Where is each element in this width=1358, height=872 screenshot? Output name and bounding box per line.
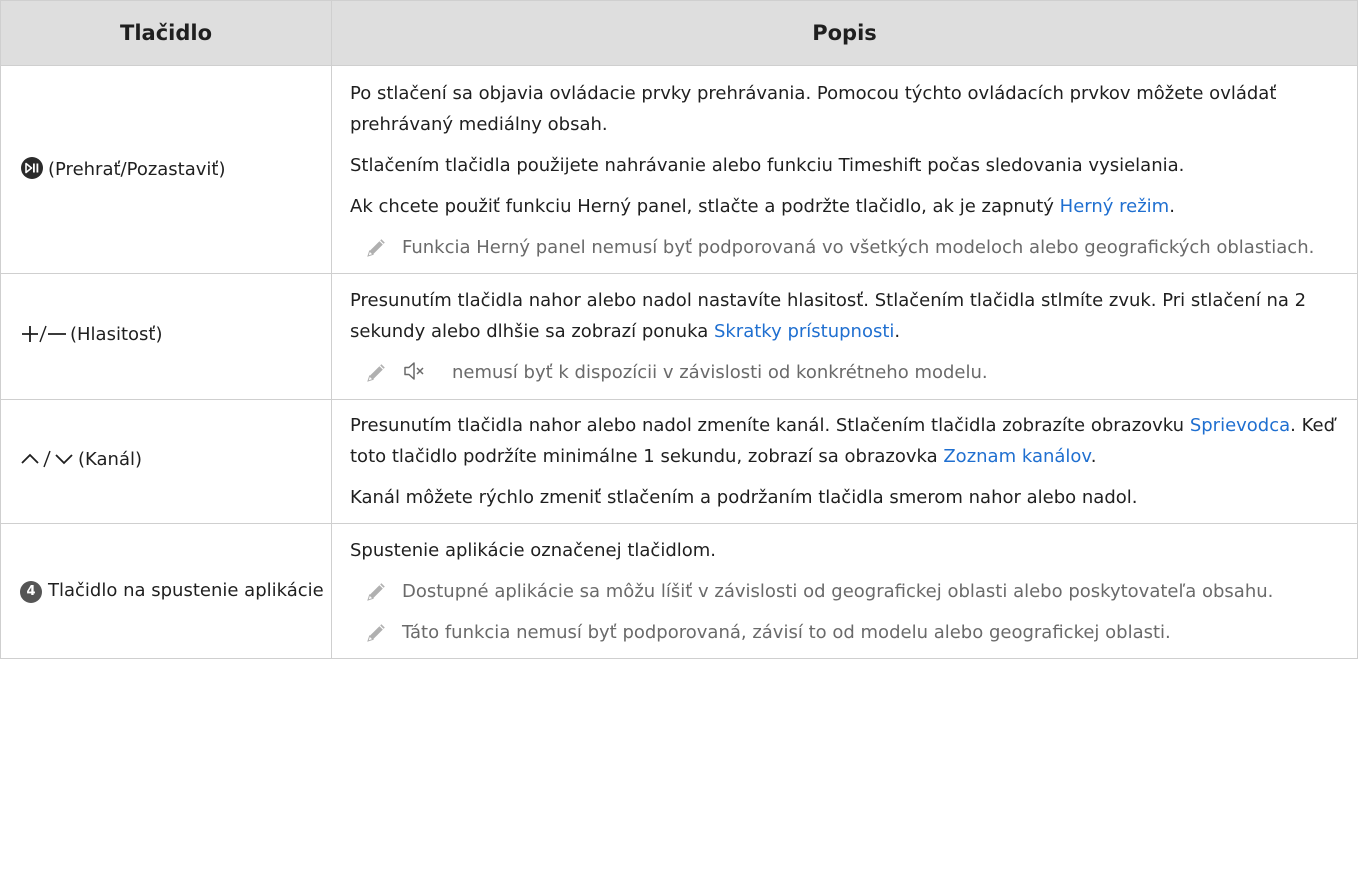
table-header-row: Tlačidlo Popis bbox=[0, 0, 1358, 66]
note: Táto funkcia nemusí byť podporovaná, záv… bbox=[350, 617, 1341, 648]
description-cell: Po stlačení sa objavia ovládacie prvky p… bbox=[331, 65, 1358, 274]
text-fragment: . bbox=[894, 321, 901, 342]
note-text: Táto funkcia nemusí byť podporovaná, záv… bbox=[402, 622, 1171, 643]
mute-icon bbox=[404, 362, 424, 380]
number-4-icon: 4 bbox=[20, 581, 42, 603]
description-cell: Presunutím tlačidla nahor alebo nadol zm… bbox=[331, 399, 1358, 524]
text-fragment: Presunutím tlačidla nahor alebo nadol zm… bbox=[350, 415, 1190, 436]
table-row: (Kanál) Presunutím tlačidla nahor alebo … bbox=[0, 399, 1358, 524]
description-paragraph: Po stlačení sa objavia ovládacie prvky p… bbox=[350, 83, 1277, 135]
pencil-icon bbox=[367, 364, 385, 382]
link-skratky-pristupnosti[interactable]: Skratky prístupnosti bbox=[714, 321, 894, 342]
table-row: 4 Tlačidlo na spustenie aplikácie Spusten… bbox=[0, 523, 1358, 659]
button-cell: (Hlasitosť) bbox=[0, 273, 332, 400]
text-fragment: . bbox=[1090, 446, 1097, 467]
button-cell: (Kanál) bbox=[0, 399, 332, 524]
plus-minus-icon bbox=[20, 324, 70, 353]
note: nemusí byť k dispozícii v závislosti od … bbox=[350, 357, 1341, 388]
table-row: (Prehrať/Pozastaviť) Po stlačení sa obja… bbox=[0, 65, 1358, 274]
button-label: (Hlasitosť) bbox=[70, 323, 163, 345]
note-text: nemusí byť k dispozícii v závislosti od … bbox=[452, 362, 988, 383]
text-fragment: . bbox=[1169, 196, 1175, 217]
pencil-icon bbox=[367, 583, 385, 601]
button-cell: 4 Tlačidlo na spustenie aplikácie bbox=[0, 523, 332, 659]
note-content: nemusí byť k dispozícii v závislosti od … bbox=[402, 357, 988, 388]
text-fragment: Ak chcete použiť funkciu Herný panel, st… bbox=[350, 196, 1060, 217]
table-row: (Hlasitosť) Presunutím tlačidla nahor al… bbox=[0, 273, 1358, 400]
button-label: (Kanál) bbox=[78, 448, 143, 470]
description-paragraph: Spustenie aplikácie označenej tlačidlom. bbox=[350, 540, 717, 561]
channel-up-down-icon bbox=[20, 449, 78, 478]
note: Funkcia Herný panel nemusí byť podporova… bbox=[350, 232, 1341, 263]
description-cell: Presunutím tlačidla nahor alebo nadol na… bbox=[331, 273, 1358, 400]
description-paragraph: Presunutím tlačidla nahor alebo nadol zm… bbox=[350, 410, 1341, 472]
note-text: Dostupné aplikácie sa môžu líšiť v závis… bbox=[402, 581, 1274, 602]
link-herny-rezim[interactable]: Herný režim bbox=[1060, 196, 1170, 217]
description-cell: Spustenie aplikácie označenej tlačidlom.… bbox=[331, 523, 1358, 659]
description-paragraph: Presunutím tlačidla nahor alebo nadol na… bbox=[350, 285, 1341, 347]
description-paragraph: Kanál môžete rýchlo zmeniť stlačením a p… bbox=[350, 487, 1138, 508]
description-paragraph: Stlačením tlačidla použijete nahrávanie … bbox=[350, 155, 1185, 176]
button-label: Tlačidlo na spustenie aplikácie bbox=[48, 580, 324, 601]
link-zoznam-kanalov[interactable]: Zoznam kanálov bbox=[943, 446, 1090, 467]
link-sprievodca[interactable]: Sprievodca bbox=[1190, 415, 1290, 436]
header-button-column: Tlačidlo bbox=[0, 0, 332, 66]
play-pause-icon bbox=[21, 156, 43, 179]
pencil-icon bbox=[367, 239, 385, 257]
header-description-column: Popis bbox=[331, 0, 1358, 66]
description-paragraph: Ak chcete použiť funkciu Herný panel, st… bbox=[350, 191, 1341, 222]
note-text: Funkcia Herný panel nemusí byť podporova… bbox=[402, 237, 1315, 258]
pencil-icon bbox=[367, 624, 385, 642]
button-label: (Prehrať/Pozastaviť) bbox=[48, 158, 226, 180]
note: Dostupné aplikácie sa môžu líšiť v závis… bbox=[350, 576, 1341, 607]
button-cell: (Prehrať/Pozastaviť) bbox=[0, 65, 332, 274]
remote-buttons-table: Tlačidlo Popis (Prehrať/Pozastaviť) Po s… bbox=[0, 0, 1358, 659]
